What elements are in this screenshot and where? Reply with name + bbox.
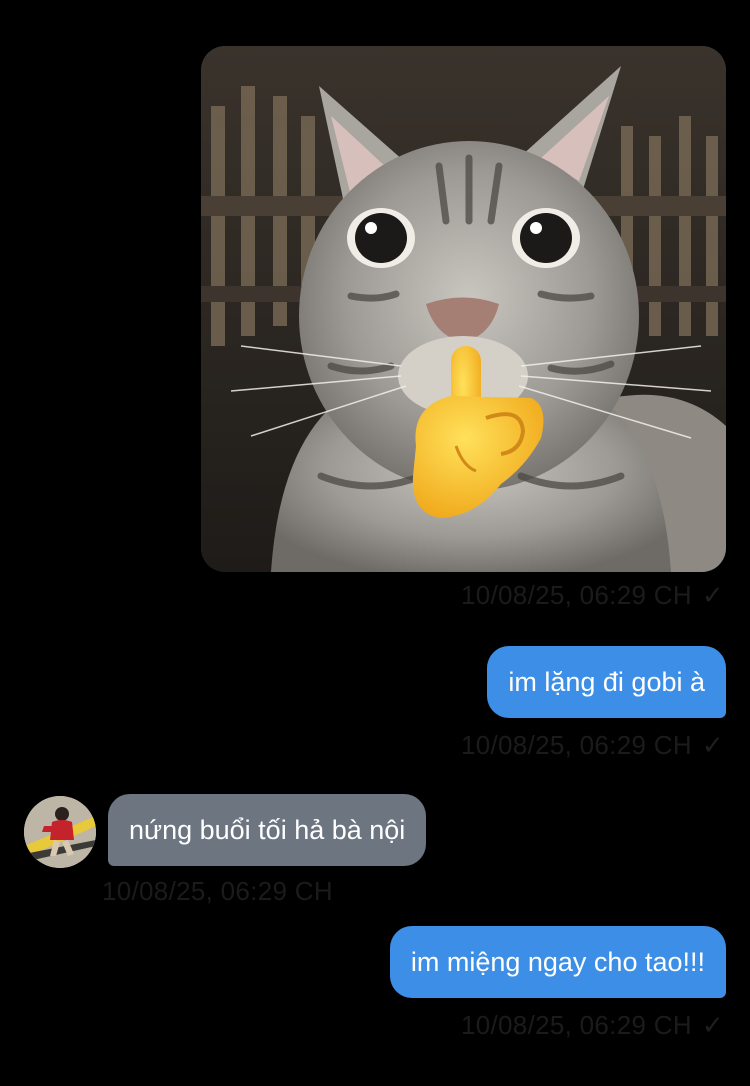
message-timestamp: 10/08/25, 06:29 CH ✓ [461, 1010, 724, 1041]
timestamp-text: 10/08/25, 06:29 CH [461, 730, 692, 760]
outgoing-message-bubble[interactable]: im miệng ngay cho tao!!! [389, 926, 726, 998]
avatar[interactable] [24, 796, 96, 868]
check-icon: ✓ [701, 1010, 724, 1040]
avatar-photo [24, 796, 96, 868]
check-icon: ✓ [701, 580, 724, 610]
image-message[interactable] [201, 46, 726, 572]
message-timestamp: 10/08/25, 06:29 CH ✓ [461, 730, 724, 761]
message-timestamp: 10/08/25, 06:29 CH [102, 876, 333, 907]
timestamp-text: 10/08/25, 06:29 CH [461, 1010, 692, 1040]
cat-photo [201, 46, 726, 572]
timestamp-text: 10/08/25, 06:29 CH [102, 876, 333, 906]
message-text: im lặng đi gobi à [508, 667, 705, 697]
outgoing-message-bubble[interactable]: im lặng đi gobi à [487, 646, 726, 718]
check-icon: ✓ [701, 730, 724, 760]
message-timestamp: 10/08/25, 06:29 CH ✓ [461, 580, 724, 611]
incoming-message-bubble[interactable]: nứng buổi tối hả bà nội [108, 794, 427, 866]
message-text: nứng buổi tối hả bà nội [129, 815, 406, 845]
timestamp-text: 10/08/25, 06:29 CH [461, 580, 692, 610]
chat-screen: 10/08/25, 06:29 CH ✓ im lặng đi gobi à 10… [0, 0, 750, 1086]
message-text: im miệng ngay cho tao!!! [410, 947, 705, 977]
